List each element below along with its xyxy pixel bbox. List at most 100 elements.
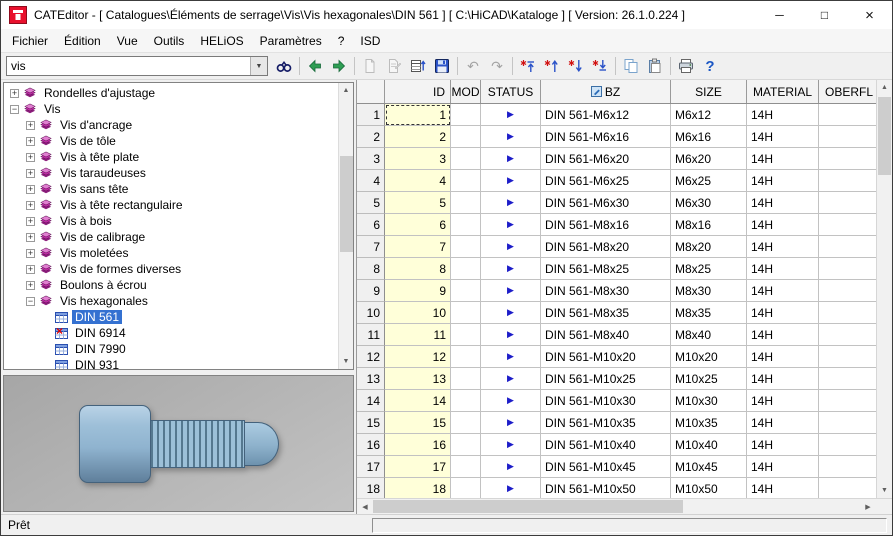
cell-bz[interactable]: DIN 561-M6x20 <box>541 148 671 170</box>
cell-size[interactable]: M10x45 <box>671 456 747 478</box>
cell-bz[interactable]: DIN 561-M8x30 <box>541 280 671 302</box>
expand-icon[interactable]: + <box>26 201 35 210</box>
cell-oberfl[interactable] <box>819 456 876 478</box>
nav-forward-button[interactable] <box>327 55 351 77</box>
cell-material[interactable]: 14H <box>747 390 819 412</box>
row-number[interactable]: 9 <box>357 280 385 302</box>
paste-button[interactable] <box>643 55 667 77</box>
cell-bz[interactable]: DIN 561-M10x35 <box>541 412 671 434</box>
cell-status[interactable]: ▶ <box>481 434 541 456</box>
menu-item-dition[interactable]: Édition <box>56 30 109 52</box>
collapse-icon[interactable]: − <box>10 105 19 114</box>
column-header-oberfl[interactable]: OBERFL <box>819 80 876 103</box>
row-number[interactable]: 6 <box>357 214 385 236</box>
cell-status[interactable]: ▶ <box>481 280 541 302</box>
scroll-thumb[interactable] <box>878 97 891 175</box>
cell-mod[interactable] <box>451 346 481 368</box>
cell-material[interactable]: 14H <box>747 368 819 390</box>
row-number[interactable]: 7 <box>357 236 385 258</box>
row-number[interactable]: 8 <box>357 258 385 280</box>
cell-size[interactable]: M10x25 <box>671 368 747 390</box>
cell-oberfl[interactable] <box>819 302 876 324</box>
redo-button[interactable]: ↷ <box>485 55 509 77</box>
menu-item-item[interactable]: ? <box>330 30 353 52</box>
cell-size[interactable]: M6x16 <box>671 126 747 148</box>
cell-status[interactable]: ▶ <box>481 456 541 478</box>
cell-size[interactable]: M8x30 <box>671 280 747 302</box>
expand-icon[interactable]: + <box>26 217 35 226</box>
cell-oberfl[interactable] <box>819 148 876 170</box>
cell-mod[interactable] <box>451 456 481 478</box>
row-number[interactable]: 10 <box>357 302 385 324</box>
expand-icon[interactable]: + <box>26 233 35 242</box>
menu-item-helios[interactable]: HELiOS <box>192 30 251 52</box>
cell-oberfl[interactable] <box>819 434 876 456</box>
cell-status[interactable]: ▶ <box>481 324 541 346</box>
cell-size[interactable]: M6x12 <box>671 104 747 126</box>
expand-icon[interactable]: + <box>26 265 35 274</box>
cell-mod[interactable] <box>451 324 481 346</box>
scroll-track[interactable] <box>339 98 354 354</box>
row-number[interactable]: 15 <box>357 412 385 434</box>
cell-mod[interactable] <box>451 478 481 498</box>
tree-item-vis-taraudeuses[interactable]: +Vis taraudeuses <box>4 165 338 181</box>
search-input[interactable] <box>7 57 250 75</box>
cell-size[interactable]: M8x25 <box>671 258 747 280</box>
cell-oberfl[interactable] <box>819 170 876 192</box>
insert-record-before-button[interactable] <box>540 55 564 77</box>
tree-item-vis-de-formes-diverses[interactable]: +Vis de formes diverses <box>4 261 338 277</box>
scroll-thumb[interactable] <box>373 500 683 513</box>
cell-size[interactable]: M6x20 <box>671 148 747 170</box>
cell-status[interactable]: ▶ <box>481 346 541 368</box>
cell-status[interactable]: ▶ <box>481 126 541 148</box>
cell-size[interactable]: M8x20 <box>671 236 747 258</box>
cell-material[interactable]: 14H <box>747 148 819 170</box>
cell-material[interactable]: 14H <box>747 280 819 302</box>
edit-record-button[interactable] <box>382 55 406 77</box>
tree-item-vis-sans-t-te[interactable]: +Vis sans tête <box>4 181 338 197</box>
cell-mod[interactable] <box>451 302 481 324</box>
row-number[interactable]: 5 <box>357 192 385 214</box>
expand-icon[interactable]: + <box>26 169 35 178</box>
cell-bz[interactable]: DIN 561-M10x30 <box>541 390 671 412</box>
cell-oberfl[interactable] <box>819 390 876 412</box>
tree-item-vis[interactable]: −Vis <box>4 101 338 117</box>
insert-record-after-button[interactable] <box>564 55 588 77</box>
insert-record-first-button[interactable] <box>516 55 540 77</box>
help-button[interactable]: ? <box>698 55 722 77</box>
tree-item-boulons-crou[interactable]: +Boulons à écrou <box>4 277 338 293</box>
collapse-icon[interactable]: − <box>26 297 35 306</box>
cell-id[interactable]: 4 <box>385 170 451 192</box>
cell-size[interactable]: M8x16 <box>671 214 747 236</box>
tree-item-vis-bois[interactable]: +Vis à bois <box>4 213 338 229</box>
cell-status[interactable]: ▶ <box>481 236 541 258</box>
cell-mod[interactable] <box>451 368 481 390</box>
cell-material[interactable]: 14H <box>747 324 819 346</box>
cell-bz[interactable]: DIN 561-M6x12 <box>541 104 671 126</box>
menu-item-vue[interactable]: Vue <box>109 30 146 52</box>
cell-oberfl[interactable] <box>819 478 876 498</box>
menu-item-param-tres[interactable]: Paramètres <box>252 30 330 52</box>
cell-bz[interactable]: DIN 561-M10x20 <box>541 346 671 368</box>
undo-button[interactable]: ↶ <box>461 55 485 77</box>
cell-bz[interactable]: DIN 561-M10x45 <box>541 456 671 478</box>
cell-material[interactable]: 14H <box>747 434 819 456</box>
expand-icon[interactable]: + <box>26 249 35 258</box>
cell-material[interactable]: 14H <box>747 192 819 214</box>
cell-oberfl[interactable] <box>819 412 876 434</box>
cell-oberfl[interactable] <box>819 324 876 346</box>
cell-bz[interactable]: DIN 561-M6x25 <box>541 170 671 192</box>
cell-material[interactable]: 14H <box>747 104 819 126</box>
search-combobox[interactable]: ▼ <box>6 56 268 76</box>
row-number[interactable]: 1 <box>357 104 385 126</box>
cell-mod[interactable] <box>451 170 481 192</box>
cell-material[interactable]: 14H <box>747 456 819 478</box>
cell-oberfl[interactable] <box>819 346 876 368</box>
cell-id[interactable]: 1 <box>385 104 451 126</box>
cell-size[interactable]: M10x30 <box>671 390 747 412</box>
expand-icon[interactable]: + <box>26 185 35 194</box>
cell-size[interactable]: M6x30 <box>671 192 747 214</box>
tree-item-vis-hexagonales[interactable]: −Vis hexagonales <box>4 293 338 309</box>
copy-button[interactable] <box>619 55 643 77</box>
nav-back-button[interactable] <box>303 55 327 77</box>
